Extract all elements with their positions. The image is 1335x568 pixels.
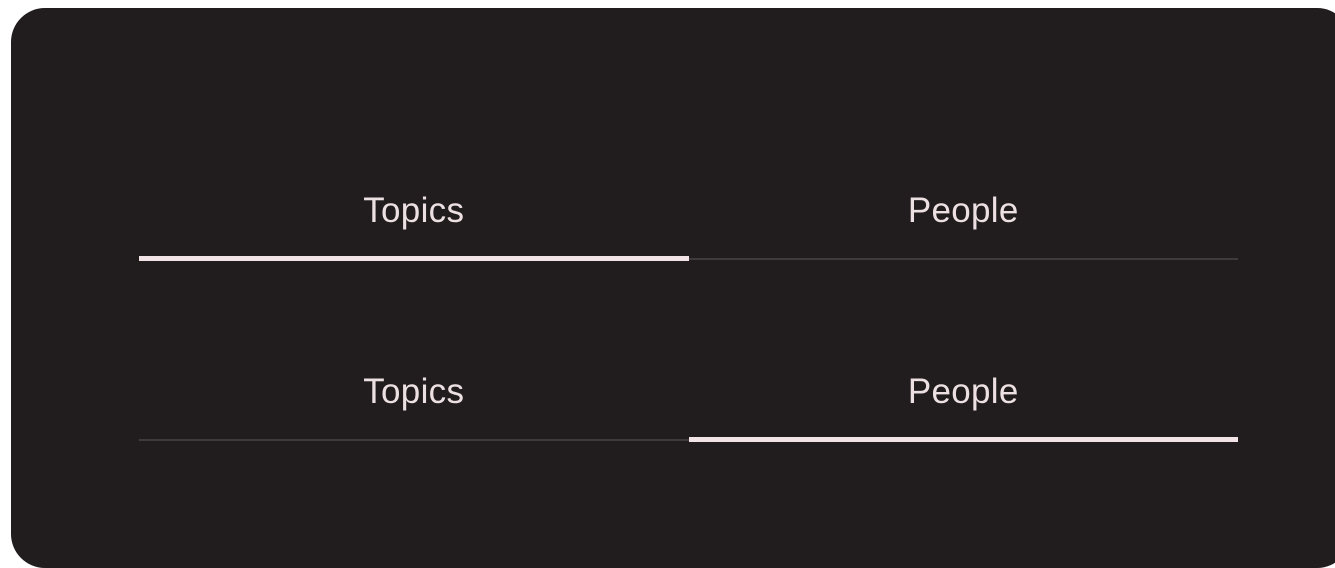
tab-topics[interactable]: Topics	[139, 191, 689, 261]
tab-topics[interactable]: Topics	[139, 372, 689, 442]
tab-indicator-selected	[688, 437, 1238, 442]
tab-label-topics: Topics	[363, 191, 465, 230]
tab-divider	[139, 439, 689, 441]
tab-people[interactable]: People	[688, 372, 1238, 442]
tabs-demo-card: Topics People Topics People	[11, 8, 1335, 568]
tab-divider	[688, 258, 1238, 260]
tab-label-people: People	[907, 372, 1019, 411]
tab-bar-people-selected: Topics People	[139, 372, 1238, 442]
tab-indicator-selected	[139, 256, 689, 261]
tab-people[interactable]: People	[688, 191, 1238, 261]
tab-label-topics: Topics	[363, 372, 465, 411]
tab-label-people: People	[907, 191, 1019, 230]
tab-bar-topics-selected: Topics People	[139, 191, 1238, 261]
